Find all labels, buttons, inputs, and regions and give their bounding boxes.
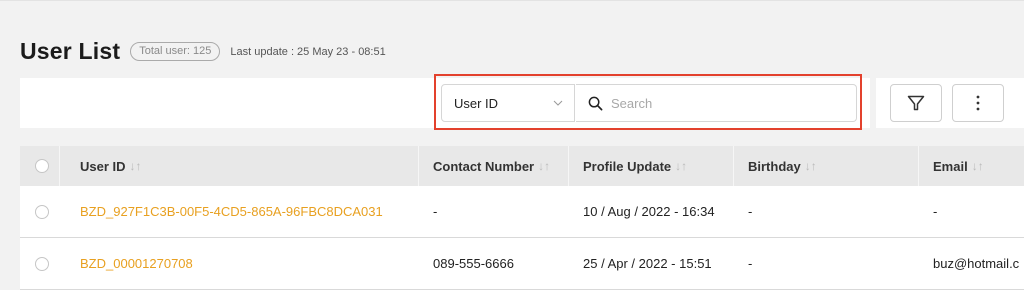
email-cell: - [933, 204, 938, 219]
table-header-row: User ID ↓↑ Contact Number ↓↑ Profile Updat… [20, 146, 1024, 186]
column-header-profile-update[interactable]: Profile Update ↓↑ [583, 146, 687, 186]
column-divider [918, 146, 919, 186]
column-label: Contact Number [433, 158, 535, 174]
contact-number-cell: - [433, 204, 438, 219]
row-checkbox[interactable] [35, 204, 49, 219]
top-border [0, 0, 1024, 1]
column-label: Profile Update [583, 158, 672, 174]
column-divider [568, 146, 569, 186]
search-highlight-box [434, 74, 862, 130]
birthday-cell: - [748, 204, 753, 219]
row-checkbox-cell [35, 238, 49, 289]
total-user-badge: Total user: 125 [130, 42, 221, 61]
column-header-contact-number[interactable]: Contact Number ↓↑ [433, 146, 550, 186]
user-id-link[interactable]: BZD_00001270708 [80, 238, 193, 289]
column-header-birthday[interactable]: Birthday ↓↑ [748, 146, 817, 186]
filter-icon [907, 95, 925, 111]
column-label: User ID [80, 158, 126, 174]
profile-update-cell: 10 / Aug / 2022 - 16:34 [583, 204, 715, 219]
table-row[interactable]: BZD_927F1C3B-00F5-4CD5-865A-96FBC8DCA031… [20, 186, 1024, 238]
column-divider [59, 146, 60, 186]
row-checkbox[interactable] [35, 256, 49, 271]
last-update-text: Last update : 25 May 23 - 08:51 [230, 45, 386, 58]
sort-icon[interactable]: ↓↑ [805, 159, 817, 173]
column-header-email[interactable]: Email ↓↑ [933, 146, 984, 186]
birthday-cell: - [748, 256, 753, 271]
row-checkbox-cell [35, 186, 49, 237]
email-cell: buz@hotmail.c [933, 256, 1020, 271]
filter-button[interactable] [890, 84, 942, 122]
page-title: User List [20, 38, 121, 64]
sort-icon[interactable]: ↓↑ [538, 159, 550, 173]
select-all-cell [35, 146, 49, 186]
sort-icon[interactable]: ↓↑ [972, 159, 984, 173]
page-header: User List Total user: 125 Last update : … [20, 38, 386, 65]
sort-icon[interactable]: ↓↑ [130, 159, 142, 173]
column-label: Email [933, 158, 968, 174]
column-divider [418, 146, 419, 186]
more-options-button[interactable] [952, 84, 1004, 122]
more-vertical-icon [976, 95, 980, 111]
user-table: User ID ↓↑ Contact Number ↓↑ Profile Updat… [20, 146, 1024, 290]
select-all-checkbox[interactable] [35, 159, 49, 173]
sort-icon[interactable]: ↓↑ [675, 159, 687, 173]
column-divider [733, 146, 734, 186]
contact-number-cell: 089-555-6666 [433, 256, 514, 271]
user-id-link[interactable]: BZD_927F1C3B-00F5-4CD5-865A-96FBC8DCA031 [80, 186, 383, 237]
column-header-user-id[interactable]: User ID ↓↑ [80, 146, 142, 186]
table-row[interactable]: BZD_00001270708 089-555-6666 25 / Apr / … [20, 238, 1024, 290]
profile-update-cell: 25 / Apr / 2022 - 15:51 [583, 256, 712, 271]
column-label: Birthday [748, 158, 801, 174]
